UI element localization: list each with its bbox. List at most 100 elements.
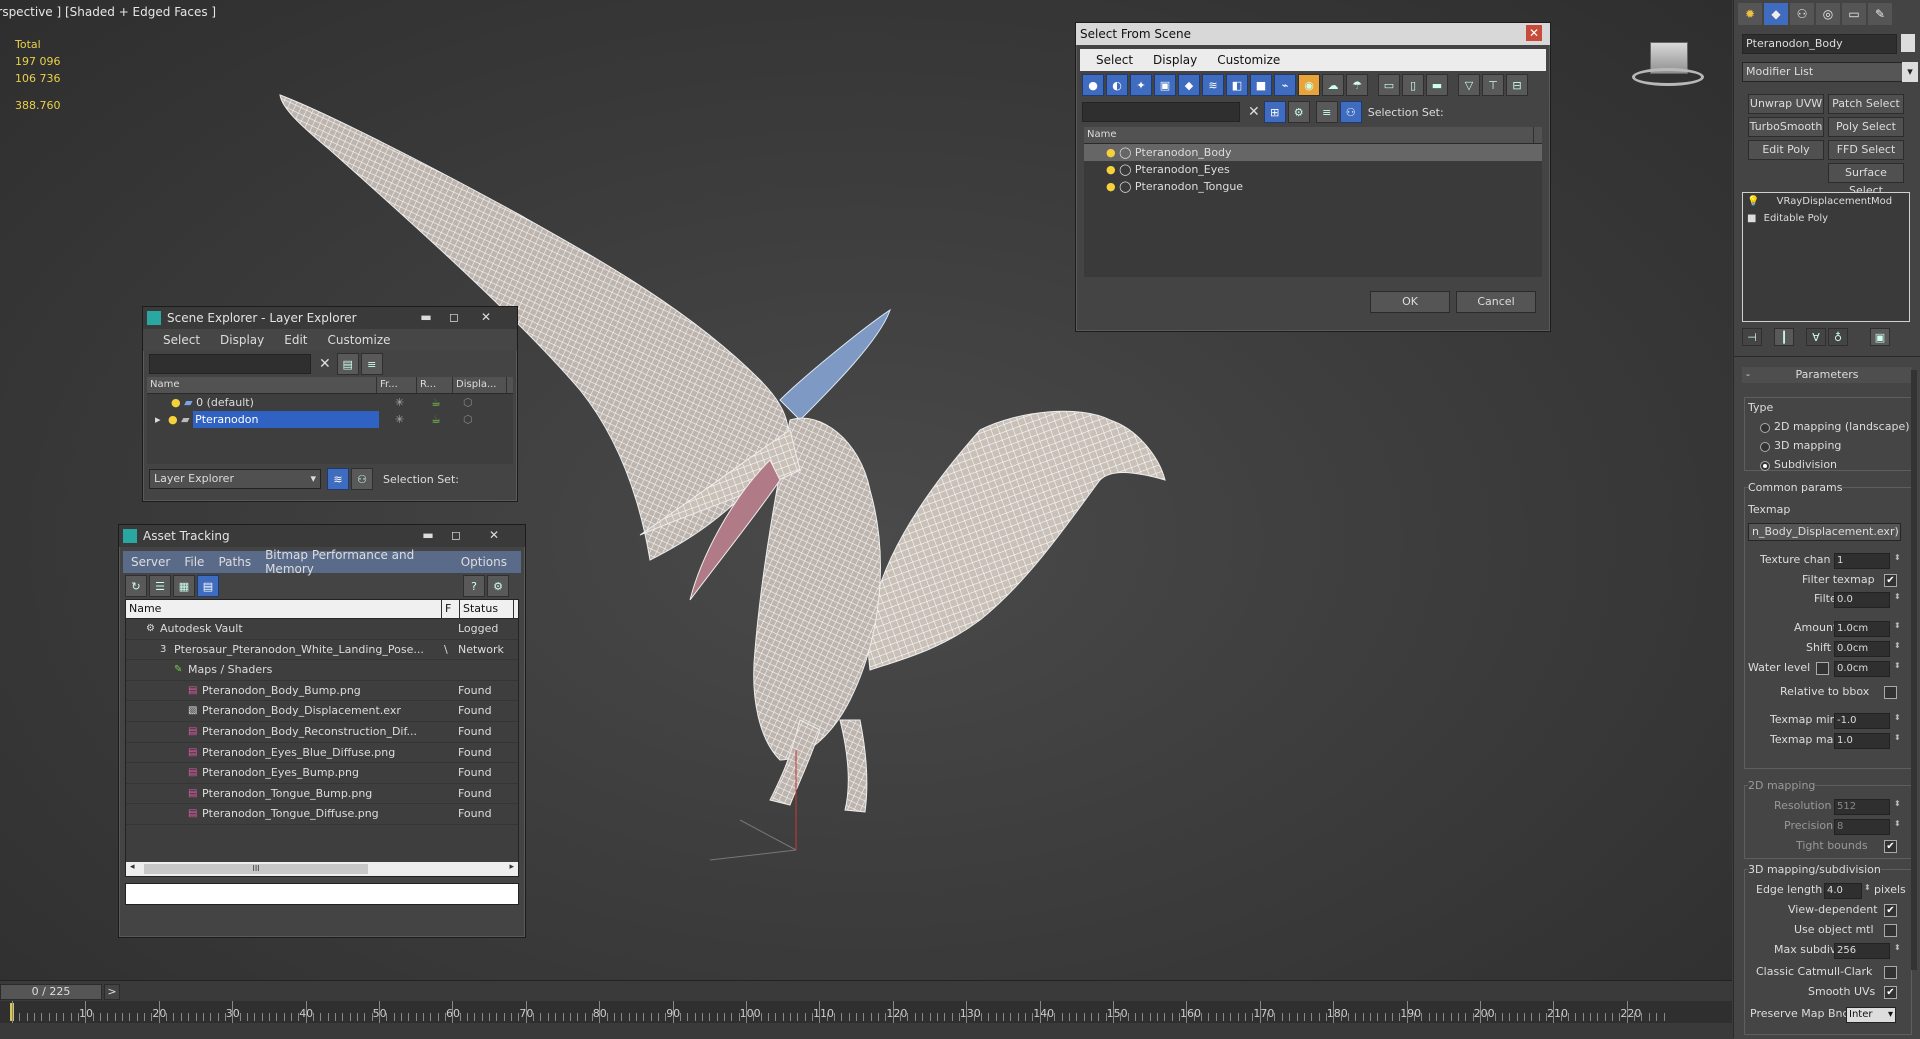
asset-row[interactable]: ▤ Pteranodon_Tongue_Bump.png Found (126, 784, 518, 805)
bulb-icon[interactable]: ● (171, 396, 181, 409)
menu-customize[interactable]: Customize (1217, 53, 1280, 67)
select-all-icon[interactable]: ▭ (1378, 74, 1400, 96)
filter-spacewarps-icon[interactable]: ≋ (1202, 74, 1224, 96)
display-icon[interactable]: ⬡ (463, 394, 473, 411)
scroll-right-icon[interactable]: ▸ (509, 862, 514, 872)
asset-tracking-window[interactable]: Asset Tracking ▬ ◻ ✕ Server File Paths B… (118, 524, 526, 938)
turbosmooth-button[interactable]: TurboSmooth (1748, 117, 1824, 137)
amount-input[interactable]: 1.0cm (1834, 621, 1890, 637)
edge-length-input[interactable]: 4.0 (1824, 883, 1862, 899)
filter-geometry-icon[interactable]: ● (1082, 74, 1104, 96)
find-input[interactable] (1082, 102, 1240, 122)
asset-row[interactable]: ▤ Pteranodon_Body_Reconstruction_Dif... Fo… (126, 722, 518, 743)
smooth-uvs-checkbox[interactable]: ✔ (1884, 986, 1897, 999)
water-level-checkbox[interactable] (1816, 662, 1829, 675)
maximize-icon[interactable]: ◻ (443, 527, 469, 543)
relative-bbox-checkbox[interactable] (1884, 686, 1897, 699)
utilities-tab-icon[interactable]: ✎ (1868, 3, 1892, 25)
radio-subdivision[interactable] (1760, 461, 1770, 471)
expand-arrow-icon[interactable]: ▸ (155, 413, 161, 426)
col-status[interactable]: Status (460, 600, 514, 618)
modifier-list-dropdown[interactable]: Modifier List (1742, 62, 1907, 82)
bulb-icon[interactable]: ● (168, 413, 178, 426)
radio-3d-mapping[interactable] (1760, 442, 1770, 452)
filter-bones-icon[interactable]: ⌁ (1274, 74, 1296, 96)
menu-display[interactable]: Display (1153, 53, 1197, 67)
make-unique-icon[interactable]: ∀ (1806, 328, 1826, 346)
menu-customize[interactable]: Customize (328, 333, 391, 347)
scroll-left-icon[interactable]: ◂ (130, 862, 135, 872)
layer-sort-icon[interactable]: ≡ (1315, 101, 1338, 123)
minimize-icon[interactable]: ▬ (415, 527, 441, 543)
object-row-eyes[interactable]: ● ◯ Pteranodon_Eyes (1084, 161, 1542, 178)
max-subdivs-input[interactable]: 256 (1834, 943, 1890, 959)
create-layer-icon[interactable]: ≡ (360, 353, 383, 375)
col-name[interactable]: Name (126, 600, 442, 618)
find-options-icon[interactable]: ⚙ (1287, 101, 1310, 123)
layer-row-default[interactable]: ● ▰ 0 (default) ✳ ☕ ⬡ (147, 394, 513, 411)
spinner-icon[interactable]: ⬍ (1894, 713, 1901, 722)
asset-row[interactable]: ▤ Pteranodon_Body_Bump.png Found (126, 681, 518, 702)
col-f[interactable]: F (442, 600, 460, 618)
filter-blur-input[interactable]: 0.0 (1834, 592, 1890, 608)
close-icon[interactable]: ✕ (481, 527, 507, 543)
menu-server[interactable]: Server (131, 555, 170, 569)
find-case-icon[interactable]: ⊞ (1263, 101, 1286, 123)
scroll-thumb[interactable]: III (144, 864, 368, 874)
filter-cameras-icon[interactable]: ▣ (1154, 74, 1176, 96)
help-icon[interactable]: ? (463, 575, 485, 597)
asset-path-field[interactable] (125, 883, 519, 905)
menu-paths[interactable]: Paths (218, 555, 251, 569)
asset-row[interactable]: ▧ Pteranodon_Body_Displacement.exr Found (126, 701, 518, 722)
preserve-map-dropdown[interactable]: Inter ▾ (1846, 1007, 1896, 1023)
close-icon[interactable]: ✕ (1526, 25, 1542, 41)
spinner-icon[interactable]: ⬍ (1894, 799, 1901, 808)
minimize-icon[interactable]: ▬ (413, 309, 439, 325)
spinner-icon[interactable]: ⬍ (1894, 733, 1901, 742)
water-level-input[interactable]: 0.0cm (1834, 661, 1890, 677)
filter-xrefs-icon[interactable]: ■ (1250, 74, 1272, 96)
create-tab-icon[interactable]: ✹ (1738, 3, 1762, 25)
layer-row-pteranodon[interactable]: ▸ ● ▰ Pteranodon ✳ ☕ ⬡ (147, 411, 513, 428)
filter-groups-icon[interactable]: ◧ (1226, 74, 1248, 96)
radio-2d-mapping[interactable] (1760, 423, 1770, 433)
clear-search-icon[interactable]: ✕ (1248, 104, 1260, 120)
cancel-button[interactable]: Cancel (1456, 291, 1536, 313)
select-none-icon[interactable]: ▯ (1402, 74, 1424, 96)
hierarchy-sort-icon[interactable]: ⚇ (1339, 101, 1362, 123)
maximize-icon[interactable]: ◻ (441, 309, 467, 325)
table-view-icon[interactable]: ▤ (197, 575, 219, 597)
display-children-icon[interactable]: ⊤ (1482, 74, 1504, 96)
scene-explorer-titlebar[interactable]: Scene Explorer - Layer Explorer ▬ ◻ ✕ (143, 307, 517, 329)
select-from-scene-dialog[interactable]: Select From Scene ✕ Select Display Custo… (1075, 22, 1551, 332)
spinner-icon[interactable]: ⬍ (1894, 641, 1901, 650)
filter-frozen-icon[interactable]: ☁ (1322, 74, 1344, 96)
refresh-icon[interactable]: ↻ (125, 575, 147, 597)
unwrap-uvw-button[interactable]: Unwrap UVW (1748, 94, 1824, 114)
stack-item-editable-poly[interactable]: ■ Editable Poly (1743, 210, 1909, 227)
list-view-icon[interactable]: ☰ (149, 575, 171, 597)
add-layer-icon[interactable]: ▤ (336, 353, 359, 375)
select-from-scene-titlebar[interactable]: Select From Scene ✕ (1076, 23, 1550, 45)
spinner-icon[interactable]: ⬍ (1894, 592, 1901, 601)
texture-chan-input[interactable]: 1 (1834, 553, 1890, 569)
freeze-icon[interactable]: ✳ (395, 411, 404, 428)
show-end-result-icon[interactable]: ┃ (1774, 328, 1794, 346)
spinner-icon[interactable]: ⬍ (1894, 621, 1901, 630)
object-color-swatch[interactable] (1901, 34, 1915, 52)
spinner-icon[interactable]: ⬍ (1894, 553, 1901, 562)
resolution-input[interactable]: 512 (1834, 799, 1890, 815)
configure-sets-icon[interactable]: ▣ (1870, 328, 1890, 346)
layer-mode-icon[interactable]: ≋ (327, 468, 349, 490)
precision-input[interactable]: 8 (1834, 819, 1890, 835)
filter-texmap-checkbox[interactable]: ✔ (1884, 574, 1897, 587)
asset-row[interactable]: ▤ Pteranodon_Eyes_Bump.png Found (126, 763, 518, 784)
clear-search-icon[interactable]: ✕ (319, 356, 331, 372)
collapse-icon[interactable]: ⊟ (1506, 74, 1528, 96)
settings-icon[interactable]: ⚙ (487, 575, 509, 597)
asset-row[interactable]: 3 Pterosaur_Pteranodon_White_Landing_Pose… (126, 640, 518, 661)
col-render[interactable]: R... (417, 377, 453, 393)
track-bar[interactable]: 1020304050607080901001101201301401501601… (0, 1001, 1732, 1023)
collapse-icon[interactable]: - (1746, 367, 1750, 383)
surface-select-button[interactable]: Surface Select (1828, 163, 1904, 197)
